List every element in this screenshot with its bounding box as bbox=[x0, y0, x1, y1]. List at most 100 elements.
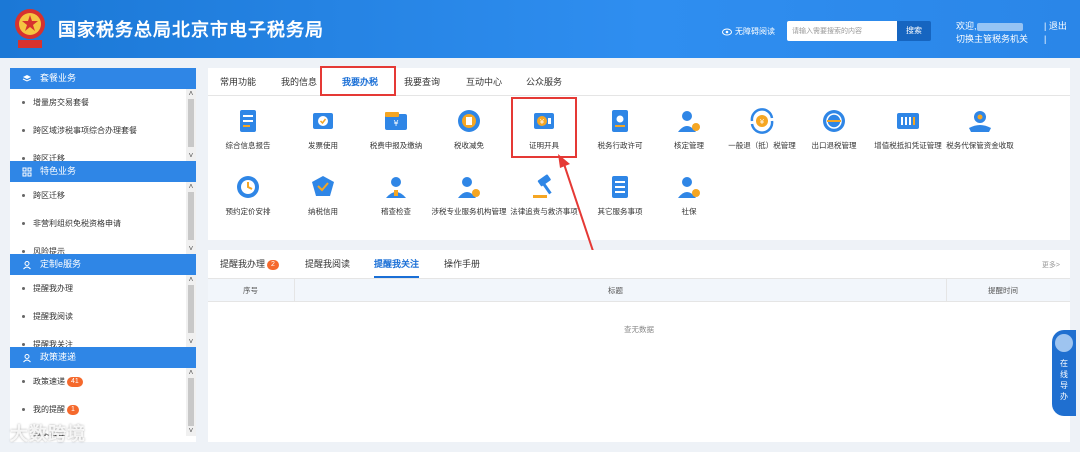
refund-cycle-icon: ¥ bbox=[750, 108, 774, 134]
svg-text:¥: ¥ bbox=[540, 118, 545, 126]
sidebar: 套餐业务 增量房交易套餐 跨区域涉税事项综合办理套餐 跨区迁移 ˄ ˅ 特色业务 … bbox=[10, 68, 196, 442]
function-tile[interactable]: 税收减免 bbox=[431, 106, 507, 151]
function-label: 稽查检查 bbox=[381, 207, 411, 216]
function-tile[interactable]: 税务代保管资金收取 bbox=[942, 106, 1018, 151]
main-panel: 常用功能 我的信息 我要办税 我要查询 互动中心 公众服务 综合信息报告 发票使… bbox=[208, 66, 1070, 240]
section-title: 政策速递 bbox=[40, 352, 77, 362]
scrollbar[interactable]: ˄ ˅ bbox=[186, 89, 196, 161]
scroll-up-icon[interactable]: ˄ bbox=[186, 368, 196, 378]
list-item[interactable]: 风险提示 bbox=[10, 238, 196, 254]
scroll-thumb[interactable] bbox=[188, 192, 194, 240]
scroll-up-icon[interactable]: ˄ bbox=[186, 89, 196, 99]
function-label: 社保 bbox=[681, 207, 697, 216]
header-divider-2: | bbox=[1044, 34, 1047, 44]
search-input[interactable]: 请输入需要搜索的内容 bbox=[787, 21, 897, 41]
more-link[interactable]: 更多> bbox=[1042, 260, 1060, 270]
certificate-icon: ¥ bbox=[534, 113, 554, 129]
payment-icon: ¥ bbox=[385, 112, 407, 130]
list-item[interactable]: 政策速递 41 bbox=[10, 368, 196, 396]
list-item[interactable]: 提醒我阅读 bbox=[10, 303, 196, 331]
scroll-down-icon[interactable]: ˅ bbox=[186, 426, 196, 436]
logout-link[interactable]: 退出 bbox=[1049, 21, 1067, 31]
svg-text:¥: ¥ bbox=[393, 119, 398, 128]
section-title: 特色业务 bbox=[40, 166, 77, 176]
accessibility-toggle[interactable]: 无障碍阅读 bbox=[722, 26, 775, 37]
function-tile[interactable]: ¥ 税费申报及缴纳 bbox=[358, 106, 434, 151]
switch-tax-authority-link[interactable]: 切换主管税务机关 bbox=[956, 33, 1028, 46]
function-tile[interactable]: 涉税专业服务机构管理 bbox=[431, 172, 507, 217]
reminder-panel: 提醒我办理 2 提醒我阅读 提醒我关注 操作手册 更多> 序号 标题 提醒时间 查… bbox=[208, 250, 1070, 442]
function-tile[interactable]: 社保 bbox=[651, 172, 727, 217]
tab-label: 提醒我办理 bbox=[220, 259, 266, 269]
search-button[interactable]: 搜索 bbox=[897, 21, 931, 41]
user-gear-icon bbox=[678, 111, 700, 132]
sidebar-section-special[interactable]: 特色业务 bbox=[10, 161, 196, 182]
tab-public-service[interactable]: 公众服务 bbox=[526, 68, 562, 96]
scrollbar[interactable]: ˄ ˅ bbox=[186, 182, 196, 254]
function-tile[interactable]: 税务行政许可 bbox=[582, 106, 658, 151]
sidebar-section-custom[interactable]: 定制e服务 bbox=[10, 254, 196, 275]
logout-area: | 退出 | bbox=[1044, 20, 1067, 46]
scroll-up-icon[interactable]: ˄ bbox=[186, 182, 196, 192]
empty-state: 查无数据 bbox=[624, 325, 654, 334]
function-tile[interactable]: ¥ 一般退（抵）税管理 bbox=[724, 106, 800, 151]
list-item[interactable]: 提醒我关注 bbox=[10, 331, 196, 347]
scroll-thumb[interactable] bbox=[188, 99, 194, 147]
list-item[interactable]: 跨区迁移 bbox=[10, 182, 196, 210]
count-badge: 2 bbox=[267, 259, 279, 270]
tab-manual[interactable]: 操作手册 bbox=[444, 250, 480, 278]
tab-common[interactable]: 常用功能 bbox=[220, 68, 256, 96]
coin-stack-icon bbox=[458, 110, 480, 132]
user-icon bbox=[23, 353, 31, 362]
function-tile[interactable]: 出口退税管理 bbox=[796, 106, 872, 151]
tab-remind-follow[interactable]: 提醒我关注 bbox=[374, 250, 420, 278]
scroll-down-icon[interactable]: ˅ bbox=[186, 244, 196, 254]
section-title: 定制e服务 bbox=[40, 259, 82, 269]
scroll-down-icon[interactable]: ˅ bbox=[186, 337, 196, 347]
list-item[interactable]: 跨区域涉税事项综合办理套餐 bbox=[10, 117, 196, 145]
tab-remind-read[interactable]: 提醒我阅读 bbox=[305, 250, 350, 278]
table-header: 序号 标题 提醒时间 bbox=[208, 278, 1070, 302]
list-item-label: 我的提醒 bbox=[33, 405, 65, 414]
scroll-thumb[interactable] bbox=[188, 378, 194, 426]
list-item[interactable]: 提醒我办理 bbox=[10, 275, 196, 303]
list-item[interactable]: 非营利组织免税资格申请 bbox=[10, 210, 196, 238]
scrollbar[interactable]: ˄ ˅ bbox=[186, 368, 196, 436]
function-tile[interactable]: 发票使用 bbox=[285, 106, 361, 151]
sidebar-section-package[interactable]: 套餐业务 bbox=[10, 68, 196, 89]
column-header: 提醒时间 bbox=[988, 286, 1018, 295]
scroll-down-icon[interactable]: ˅ bbox=[186, 151, 196, 161]
tab-remind-handle[interactable]: 提醒我办理 2 bbox=[220, 250, 279, 278]
function-label: 一般退（抵）税管理 bbox=[728, 141, 796, 150]
tab-my-info[interactable]: 我的信息 bbox=[281, 68, 317, 96]
function-tile-certificate[interactable]: ¥ 证明开具 bbox=[506, 106, 582, 151]
scroll-up-icon[interactable]: ˄ bbox=[186, 275, 196, 285]
function-label: 发票使用 bbox=[308, 141, 338, 150]
function-tile[interactable]: 稽查检查 bbox=[358, 172, 434, 217]
online-guide-button[interactable]: 在线导办 bbox=[1052, 330, 1076, 416]
function-label: 增值税抵扣凭证管理 bbox=[874, 141, 942, 150]
tab-query[interactable]: 我要查询 bbox=[404, 68, 440, 96]
function-tile[interactable]: 增值税抵扣凭证管理 bbox=[870, 106, 946, 151]
sidebar-section-policy[interactable]: 政策速递 bbox=[10, 347, 196, 368]
tax-emblem-icon bbox=[15, 9, 45, 48]
user-icon bbox=[23, 260, 31, 269]
function-tile[interactable]: 综合信息报告 bbox=[210, 106, 286, 151]
scroll-thumb[interactable] bbox=[188, 285, 194, 333]
highlight-box-tab bbox=[320, 66, 396, 96]
list-item[interactable]: 增量房交易套餐 bbox=[10, 89, 196, 117]
function-tile[interactable]: 纳税信用 bbox=[285, 172, 361, 217]
eye-icon bbox=[722, 28, 732, 35]
list-item[interactable]: 跨区迁移 bbox=[10, 145, 196, 161]
scrollbar[interactable]: ˄ ˅ bbox=[186, 275, 196, 347]
function-label: 税务代保管资金收取 bbox=[946, 141, 1014, 150]
welcome-text: 欢迎, bbox=[956, 21, 977, 31]
function-tile[interactable]: 核定管理 bbox=[651, 106, 727, 151]
tab-interaction[interactable]: 互动中心 bbox=[466, 68, 502, 96]
function-tile[interactable]: 预约定价安排 bbox=[210, 172, 286, 217]
column-header: 标题 bbox=[608, 286, 623, 295]
function-label: 税费申报及缴纳 bbox=[369, 141, 423, 150]
document-icon bbox=[240, 110, 256, 132]
function-label: 出口退税管理 bbox=[811, 141, 857, 150]
section-title: 套餐业务 bbox=[40, 73, 77, 83]
